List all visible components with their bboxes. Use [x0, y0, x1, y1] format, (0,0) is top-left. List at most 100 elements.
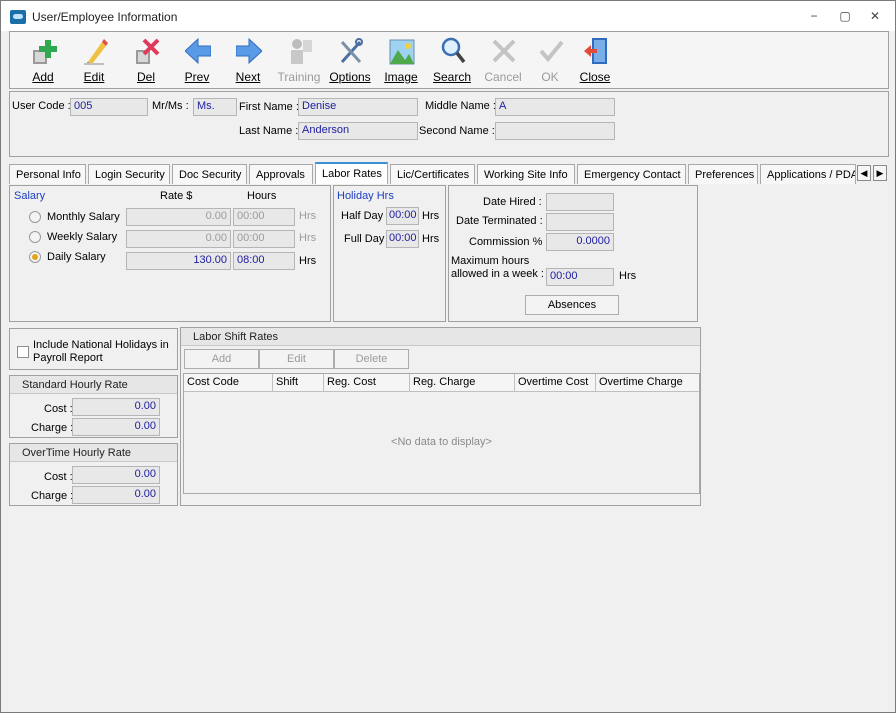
col-shift[interactable]: Shift	[273, 374, 324, 392]
employment-dates-panel: Date Hired : Date Terminated : Commissio…	[448, 185, 698, 322]
minimize-button[interactable]: −	[804, 8, 824, 24]
half-day-field[interactable]: 00:00	[386, 207, 419, 225]
tab-login-security[interactable]: Login Security	[88, 164, 170, 184]
second-name-field[interactable]	[495, 122, 615, 140]
col-overtime-cost[interactable]: Overtime Cost	[515, 374, 596, 392]
tab-applications-pda[interactable]: Applications / PDA	[760, 164, 856, 184]
pencil-icon	[84, 39, 108, 65]
date-terminated-field[interactable]	[546, 213, 614, 231]
daily-hrs-unit: Hrs	[299, 255, 317, 267]
add-icon	[33, 40, 57, 64]
full-day-unit: Hrs	[422, 233, 440, 245]
edit-button[interactable]: Edit	[70, 34, 118, 88]
col-cost-code[interactable]: Cost Code	[184, 374, 273, 392]
monthly-salary-radio[interactable]	[29, 211, 41, 223]
shift-edit-button[interactable]: Edit	[259, 349, 334, 369]
middle-name-field[interactable]: A	[495, 98, 615, 116]
full-day-field[interactable]: 00:00	[386, 230, 419, 248]
middle-name-label: Middle Name :	[425, 100, 496, 112]
include-holidays-panel: Include National Holidays in Payroll Rep…	[9, 328, 178, 370]
daily-hours-field[interactable]: 08:00	[233, 252, 295, 270]
window-title: User/Employee Information	[32, 10, 178, 24]
col-reg-cost[interactable]: Reg. Cost	[324, 374, 410, 392]
monthly-rate-field[interactable]: 0.00	[126, 208, 231, 226]
close-window-button[interactable]: ✕	[865, 8, 885, 24]
absences-button[interactable]: Absences	[525, 295, 619, 315]
max-hours-label-1: Maximum hours	[451, 255, 530, 267]
overtime-cost-field[interactable]: 0.00	[72, 466, 160, 484]
daily-rate-field[interactable]: 130.00	[126, 252, 231, 270]
max-hours-unit: Hrs	[619, 270, 637, 282]
mr-ms-label: Mr/Ms :	[152, 100, 189, 112]
standard-charge-label: Charge :	[31, 422, 74, 434]
tab-scroll-right-button[interactable]: ▶	[873, 165, 887, 181]
user-code-label: User Code :	[12, 100, 71, 112]
labor-shift-rates-title: Labor Shift Rates	[181, 328, 700, 346]
tab-preferences[interactable]: Preferences	[688, 164, 758, 184]
training-icon	[291, 39, 312, 64]
tab-working-site-info[interactable]: Working Site Info	[477, 164, 575, 184]
delete-button[interactable]: Del	[122, 34, 170, 88]
overtime-rate-panel: OverTime Hourly Rate Cost : 0.00 Charge …	[9, 443, 178, 506]
shift-delete-button[interactable]: Delete	[334, 349, 409, 369]
next-button[interactable]: Next	[224, 34, 272, 88]
close-button[interactable]: Close	[571, 34, 619, 88]
tab-scroll-left-button[interactable]: ◀	[857, 165, 871, 181]
overtime-charge-field[interactable]: 0.00	[72, 486, 160, 504]
date-hired-label: Date Hired :	[483, 196, 542, 208]
grid-empty-message: <No data to display>	[391, 436, 492, 448]
include-holidays-label-1: Include National Holidays in	[33, 339, 169, 351]
first-name-field[interactable]: Denise	[298, 98, 418, 116]
max-hours-field[interactable]: 00:00	[546, 268, 614, 286]
user-code-field[interactable]: 005	[70, 98, 148, 116]
second-name-label: Second Name :	[419, 125, 495, 137]
tab-labor-rates[interactable]: Labor Rates	[315, 162, 388, 184]
weekly-hrs-unit: Hrs	[299, 232, 317, 244]
add-button[interactable]: Add	[19, 34, 67, 88]
col-reg-charge[interactable]: Reg. Charge	[410, 374, 515, 392]
salary-panel: Salary Rate $ Hours Monthly Salary 0.00 …	[9, 185, 331, 322]
weekly-salary-radio[interactable]	[29, 231, 41, 243]
weekly-hours-field[interactable]: 00:00	[233, 230, 295, 248]
standard-charge-field[interactable]: 0.00	[72, 418, 160, 436]
col-overtime-charge[interactable]: Overtime Charge	[596, 374, 699, 392]
maximize-button[interactable]: ▢	[835, 8, 855, 24]
arrow-left-icon	[185, 37, 211, 65]
tab-emergency-contact[interactable]: Emergency Contact	[577, 164, 686, 184]
last-name-label: Last Name :	[239, 125, 299, 137]
hours-header: Hours	[247, 190, 277, 202]
tab-personal-info[interactable]: Personal Info	[9, 164, 86, 184]
tools-icon	[340, 38, 363, 64]
tab-lic-certificates[interactable]: Lic/Certificates	[390, 164, 475, 184]
include-holidays-checkbox[interactable]	[17, 346, 29, 358]
edit-label: Edit	[83, 70, 105, 84]
title-bar: User/Employee Information − ▢ ✕	[1, 1, 895, 31]
grid-header: Cost Code Shift Reg. Cost Reg. Charge Ov…	[184, 374, 699, 392]
labor-shift-rates-panel: Labor Shift Rates Add Edit Delete Cost C…	[180, 327, 701, 506]
arrow-right-icon	[236, 37, 262, 65]
tab-doc-security[interactable]: Doc Security	[172, 164, 247, 184]
search-button[interactable]: Search	[428, 34, 476, 88]
mr-ms-field[interactable]: Ms.	[193, 98, 237, 116]
max-hours-label-2: allowed in a week :	[451, 268, 544, 280]
prev-button[interactable]: Prev	[173, 34, 221, 88]
commission-field[interactable]: 0.0000	[546, 233, 614, 251]
options-button[interactable]: Options	[326, 34, 374, 88]
image-icon	[389, 39, 415, 65]
date-terminated-label: Date Terminated :	[456, 215, 543, 227]
salary-title: Salary	[14, 190, 46, 202]
last-name-field[interactable]: Anderson	[298, 122, 418, 140]
date-hired-field[interactable]	[546, 193, 614, 211]
holiday-title: Holiday Hrs	[337, 190, 394, 202]
tab-approvals[interactable]: Approvals	[249, 164, 313, 184]
standard-rate-panel: Standard Hourly Rate Cost : 0.00 Charge …	[9, 375, 178, 438]
standard-cost-field[interactable]: 0.00	[72, 398, 160, 416]
image-button[interactable]: Image	[377, 34, 425, 88]
shift-add-button[interactable]: Add	[184, 349, 259, 369]
tab-strip: Personal Info Login Security Doc Securit…	[9, 162, 889, 184]
daily-salary-radio[interactable]	[29, 251, 41, 263]
employee-header: User Code : 005 Mr/Ms : Ms. First Name :…	[9, 91, 889, 157]
weekly-rate-field[interactable]: 0.00	[126, 230, 231, 248]
monthly-hours-field[interactable]: 00:00	[233, 208, 295, 226]
training-button[interactable]: Training	[275, 34, 323, 88]
